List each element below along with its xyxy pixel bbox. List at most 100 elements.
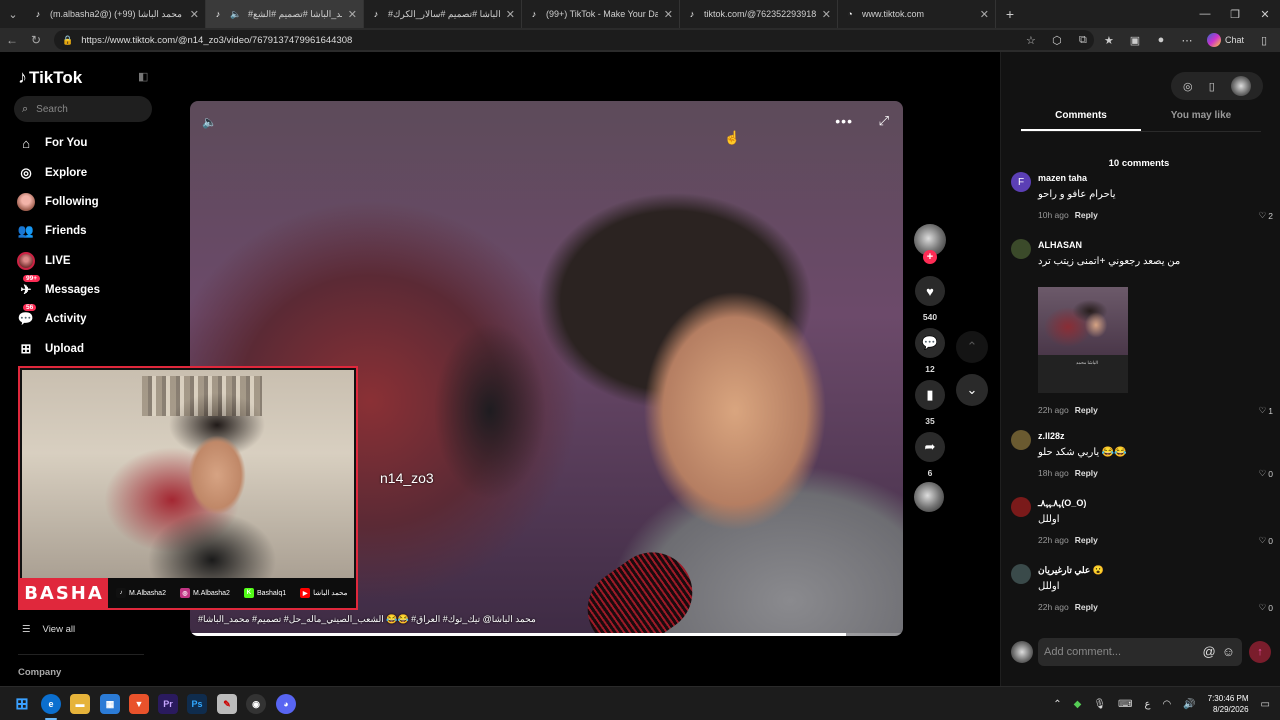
- reply-button[interactable]: Reply: [1075, 405, 1098, 415]
- sidebar-item-live[interactable]: LIVE: [17, 250, 71, 272]
- comment-like-button[interactable]: ♡ 2: [1259, 210, 1273, 221]
- notifications-icon[interactable]: ▭: [1261, 699, 1270, 710]
- language-indicator[interactable]: ع: [1144, 699, 1150, 710]
- speaker-icon[interactable]: 🔈: [230, 8, 242, 20]
- brave-browser-icon[interactable]: ▼: [129, 694, 149, 714]
- tab-you-may-like[interactable]: You may like: [1141, 110, 1261, 131]
- discord-icon[interactable]: ◕: [276, 694, 296, 714]
- search-input[interactable]: ⌕ Search: [14, 96, 152, 122]
- tab-actions-icon[interactable]: ⌄: [0, 0, 26, 28]
- comment-like-button[interactable]: ♡ 0: [1259, 535, 1273, 546]
- browser-tab[interactable]: ♪ tiktok.com/@762352293918630… ✕: [680, 0, 838, 28]
- video-progress-bar[interactable]: [190, 633, 903, 636]
- collapse-sidebar-icon[interactable]: ◧: [138, 70, 148, 83]
- sidebar-toggle-icon[interactable]: ▯: [1254, 34, 1274, 47]
- close-tab-icon[interactable]: ✕: [506, 8, 515, 21]
- company-link[interactable]: Company: [18, 667, 61, 678]
- reply-button[interactable]: Reply: [1075, 602, 1098, 612]
- url-field[interactable]: 🔒 https://www.tiktok.com/@n14_zo3/video/…: [54, 30, 1094, 50]
- comment-like-button[interactable]: ♡ 0: [1259, 602, 1273, 613]
- sidebar-item-explore[interactable]: ◎ Explore: [17, 162, 87, 184]
- reply-button[interactable]: Reply: [1075, 535, 1098, 545]
- browser-tab[interactable]: ♪ (99+) TikTok - Make Your Day ✕: [522, 0, 680, 28]
- share-button[interactable]: ➦ 6: [914, 432, 946, 478]
- extensions-icon[interactable]: ⬡: [1047, 34, 1067, 47]
- previous-video-button[interactable]: ⌃: [956, 331, 988, 363]
- mention-icon[interactable]: @: [1203, 644, 1216, 659]
- sidebar-item-activity[interactable]: 💬 56 Activity: [17, 304, 87, 330]
- follow-plus-icon[interactable]: +: [923, 250, 937, 264]
- minimize-icon[interactable]: —: [1190, 0, 1220, 28]
- more-options-icon[interactable]: •••: [835, 113, 853, 129]
- windows-start-icon[interactable]: ⊞: [12, 694, 32, 714]
- store-icon[interactable]: ▦: [100, 694, 120, 714]
- commenter-name[interactable]: mazen taha: [1038, 173, 1087, 183]
- paint-icon[interactable]: ✎: [217, 694, 237, 714]
- fullscreen-icon[interactable]: ⤢: [879, 113, 889, 129]
- reply-button[interactable]: Reply: [1075, 468, 1098, 478]
- obs-icon[interactable]: ◉: [246, 694, 266, 714]
- comment-image-attachment[interactable]: ﺍﻟﺒﺎﺷﺎ ﻣﺤﻤﺪ: [1038, 287, 1128, 393]
- sidebar-item-for-you[interactable]: ⌂ For You: [17, 132, 87, 154]
- collections-icon[interactable]: ▣: [1125, 34, 1145, 47]
- close-window-icon[interactable]: ✕: [1250, 0, 1280, 28]
- emoji-icon[interactable]: ☺: [1222, 644, 1235, 659]
- favorite-star-icon[interactable]: ☆: [1021, 34, 1041, 47]
- tab-comments[interactable]: Comments: [1021, 110, 1141, 131]
- commenter-name[interactable]: ﮩ٨ـﮩﮩ٨ـ(O_O): [1038, 498, 1086, 509]
- sidebar-item-messages[interactable]: ✈ 99+ Messages: [17, 275, 100, 301]
- browser-tab[interactable]: ◔ www.tiktok.com ✕: [838, 0, 996, 28]
- browser-tab[interactable]: ♪ #محمد_الباشا #تصميم #سالار_الكرك… ✕: [364, 0, 522, 28]
- close-tab-icon[interactable]: ✕: [822, 8, 831, 21]
- view-all-link[interactable]: ☰ View all: [22, 624, 75, 635]
- commenter-avatar[interactable]: [1011, 430, 1031, 450]
- reply-button[interactable]: Reply: [1075, 210, 1098, 220]
- coins-icon[interactable]: ◎: [1183, 80, 1193, 93]
- clock[interactable]: 7:30:46 PM 8/29/2026: [1208, 693, 1249, 715]
- commenter-name[interactable]: z.ll28z: [1038, 431, 1065, 441]
- comment-button[interactable]: 💬 12: [914, 328, 946, 374]
- browser-tab[interactable]: ♪ (m.albasha2@) محمد الباشا (99+) ✕: [26, 0, 206, 28]
- favorites-icon[interactable]: ★: [1099, 34, 1119, 47]
- split-screen-icon[interactable]: ⧉: [1073, 34, 1093, 47]
- commenter-name[interactable]: ALHASAN: [1038, 240, 1082, 250]
- music-disc-avatar[interactable]: [914, 482, 944, 512]
- sidebar-item-upload[interactable]: ⊞ Upload: [17, 338, 84, 360]
- premiere-icon[interactable]: Pr: [158, 694, 178, 714]
- maximize-icon[interactable]: ❐: [1220, 0, 1250, 28]
- volume-icon[interactable]: 🔈: [202, 115, 217, 129]
- edge-browser-icon[interactable]: e: [41, 694, 61, 714]
- copilot-chat-button[interactable]: Chat: [1203, 33, 1248, 47]
- browser-tab[interactable]: ♪ 🔈 #محمد_الباشا #تصميم #الشع… ✕: [206, 0, 364, 28]
- photoshop-icon[interactable]: Ps: [187, 694, 207, 714]
- device-icon[interactable]: ▯: [1209, 80, 1215, 93]
- send-comment-button[interactable]: ↑: [1249, 641, 1271, 663]
- tiktok-logo[interactable]: ♪ TikTok: [18, 67, 82, 88]
- commenter-avatar[interactable]: F: [1011, 172, 1031, 192]
- more-menu-icon[interactable]: ⋯: [1177, 34, 1197, 47]
- keyboard-icon[interactable]: ⌨: [1118, 699, 1132, 710]
- sidebar-item-friends[interactable]: 👥 Friends: [17, 220, 87, 242]
- speaker-icon[interactable]: 🔊: [1183, 699, 1195, 710]
- network-app-icon[interactable]: ◆: [1074, 699, 1082, 710]
- sidebar-item-following[interactable]: Following: [17, 191, 99, 213]
- commenter-name[interactable]: علي تارغيريان 😮: [1038, 565, 1104, 576]
- wifi-icon[interactable]: ◠: [1162, 699, 1171, 710]
- commenter-avatar[interactable]: [1011, 239, 1031, 259]
- commenter-avatar[interactable]: [1011, 564, 1031, 584]
- close-tab-icon[interactable]: ✕: [664, 8, 673, 21]
- close-tab-icon[interactable]: ✕: [980, 8, 989, 21]
- save-button[interactable]: ▮ 35: [914, 380, 946, 426]
- comment-like-button[interactable]: ♡ 0: [1259, 468, 1273, 479]
- profile-avatar[interactable]: ●: [1151, 34, 1171, 46]
- close-tab-icon[interactable]: ✕: [190, 8, 199, 21]
- like-button[interactable]: ♥ 540: [914, 276, 946, 322]
- comment-like-button[interactable]: ♡ 1: [1259, 405, 1273, 416]
- commenter-avatar[interactable]: [1011, 497, 1031, 517]
- new-tab-button[interactable]: +: [996, 6, 1024, 22]
- microphone-icon[interactable]: 🎙: [1093, 699, 1106, 710]
- back-icon[interactable]: ←: [0, 28, 24, 52]
- file-explorer-icon[interactable]: ▬: [70, 694, 90, 714]
- close-tab-icon[interactable]: ✕: [348, 8, 357, 21]
- reload-icon[interactable]: ↻: [24, 28, 48, 52]
